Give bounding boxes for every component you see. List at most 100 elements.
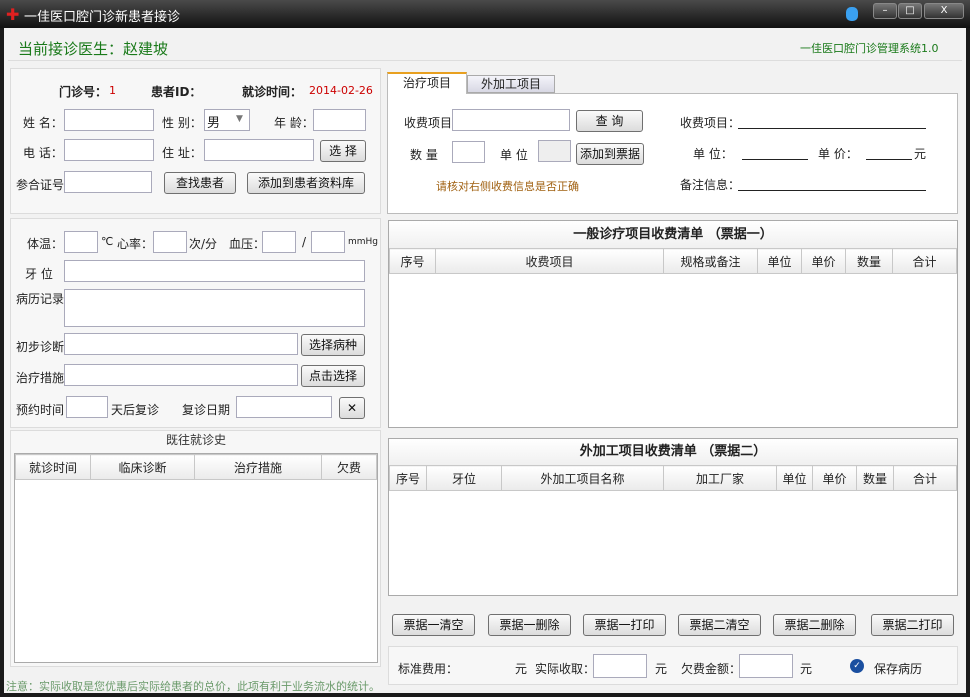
bp-low-input[interactable] — [311, 231, 345, 253]
treatment-input[interactable] — [64, 364, 298, 386]
appointment-days-input[interactable] — [66, 396, 108, 418]
column-header[interactable]: 序号 — [390, 249, 436, 274]
temp-input[interactable] — [64, 231, 98, 253]
right-note-value — [738, 190, 926, 191]
patient-id-label: 患者ID： — [151, 83, 201, 100]
receipt1-delete-button[interactable]: 票据一删除 — [488, 614, 571, 636]
name-input[interactable] — [64, 109, 154, 131]
column-header[interactable]: 治疗措施 — [195, 455, 322, 480]
tab-label: 外加工项目 — [481, 77, 541, 91]
right-unit-value — [742, 159, 808, 160]
add-to-receipt-button[interactable]: 添加到票据 — [576, 143, 644, 165]
fee-panel: 标准费用： 元 实际收取： 元 欠费金额： 元 ✓ 保存病历 — [388, 646, 958, 685]
address-input[interactable] — [204, 139, 314, 161]
receipt2-table: 外加工项目收费清单 （票据二） 序号 牙位 外加工项目名称 加工厂家 单位 单价… — [388, 438, 958, 596]
check-icon[interactable]: ✓ — [850, 659, 864, 673]
visit-time: 2014-02-26 — [309, 84, 373, 97]
right-unit-label: 单 位： — [693, 145, 733, 162]
system-name: 一佳医口腔门诊管理系统1.0 — [800, 40, 939, 56]
treatment-label: 治疗措施 — [16, 369, 64, 386]
temp-label: 体温： — [27, 235, 63, 252]
column-header[interactable]: 单价 — [802, 249, 846, 274]
column-header[interactable]: 数量 — [857, 466, 894, 491]
diagnosis-input[interactable] — [64, 333, 298, 355]
bp-separator: / — [302, 235, 306, 249]
charge-item-input[interactable] — [452, 109, 570, 131]
tab-content: 收费项目 查 询 数 量 单 位 添加到票据 请核对右侧收费信息是否正确 收费项… — [387, 93, 958, 214]
record-label: 病历记录 — [16, 290, 64, 307]
tab-label: 治疗项目 — [403, 76, 451, 90]
phone-label: 电 话： — [23, 144, 63, 161]
history-title: 既往就诊史 — [166, 431, 226, 448]
actual-charge-label: 实际收取： — [535, 660, 595, 677]
receipt2-clear-button[interactable]: 票据二清空 — [678, 614, 761, 636]
add-patient-button[interactable]: 添加到患者资料库 — [247, 172, 365, 194]
receipt1-clear-button[interactable]: 票据一清空 — [392, 614, 475, 636]
history-panel: 既往就诊史 就诊时间 临床诊断 治疗措施 欠费 — [10, 430, 381, 667]
window-title: 一佳医口腔门诊新患者接诊 — [24, 6, 180, 25]
gender-select[interactable]: 男 ▼ — [204, 109, 250, 131]
heart-label: 心率： — [117, 235, 153, 252]
patient-panel: 门诊号： 1 患者ID： 就诊时间： 2014-02-26 姓 名： 性 别： … — [10, 68, 381, 214]
column-header[interactable]: 单价 — [813, 466, 857, 491]
column-header[interactable]: 牙位 — [427, 466, 502, 491]
temp-unit: ℃ — [101, 235, 113, 248]
owed-input[interactable] — [739, 654, 793, 678]
column-header[interactable]: 欠费 — [322, 455, 377, 480]
doctor-label: 当前接诊医生：赵建坡 — [18, 38, 168, 59]
query-button[interactable]: 查 询 — [576, 110, 643, 132]
unit-input — [538, 140, 571, 162]
column-header[interactable]: 合计 — [894, 466, 957, 491]
column-header[interactable]: 临床诊断 — [91, 455, 195, 480]
receipt2-title: 外加工项目收费清单 （票据二） — [389, 439, 957, 465]
column-header[interactable]: 加工厂家 — [664, 466, 777, 491]
yuan-label: 元 — [655, 660, 667, 677]
tab-outsourced[interactable]: 外加工项目 — [467, 75, 555, 93]
chevron-down-icon: ▼ — [236, 114, 243, 124]
revisit-date-input[interactable] — [236, 396, 332, 418]
column-header[interactable]: 单位 — [777, 466, 813, 491]
receipt2-print-button[interactable]: 票据二打印 — [871, 614, 954, 636]
diagnosis-label: 初步诊断 — [16, 338, 64, 355]
right-price-value — [866, 159, 912, 160]
save-record-button[interactable]: 保存病历 — [874, 660, 922, 677]
column-header[interactable]: 数量 — [846, 249, 893, 274]
find-patient-button[interactable]: 查找患者 — [164, 172, 236, 194]
receipt2-delete-button[interactable]: 票据二删除 — [773, 614, 856, 636]
column-header[interactable]: 单位 — [758, 249, 802, 274]
column-header[interactable]: 收费项目 — [436, 249, 664, 274]
select-disease-button[interactable]: 选择病种 — [301, 334, 365, 356]
column-header[interactable]: 规格或备注 — [664, 249, 758, 274]
actual-charge-input[interactable] — [593, 654, 647, 678]
gender-label: 性 别： — [162, 114, 202, 131]
clear-date-button[interactable]: ✕ — [339, 397, 365, 419]
minimize-button[interactable]: – — [873, 3, 897, 19]
tooth-input[interactable] — [64, 260, 365, 282]
appointment-label: 预约时间 — [16, 401, 64, 418]
receipt1-print-button[interactable]: 票据一打印 — [583, 614, 666, 636]
receipt1-title: 一般诊疗项目收费清单 （票据一） — [389, 221, 957, 248]
name-label: 姓 名： — [23, 114, 63, 131]
tab-treatment[interactable]: 治疗项目 — [387, 72, 467, 94]
heart-input[interactable] — [153, 231, 187, 253]
column-header[interactable]: 外加工项目名称 — [502, 466, 664, 491]
yuan-label: 元 — [800, 660, 812, 677]
select-treatment-button[interactable]: 点击选择 — [301, 365, 365, 387]
select-address-button[interactable]: 选 择 — [320, 140, 366, 162]
address-label: 住 址： — [162, 144, 202, 161]
age-input[interactable] — [313, 109, 366, 131]
appointment-suffix: 天后复诊 — [111, 401, 159, 418]
bp-high-input[interactable] — [262, 231, 296, 253]
history-table[interactable]: 就诊时间 临床诊断 治疗措施 欠费 — [14, 453, 378, 663]
column-header[interactable]: 合计 — [893, 249, 957, 274]
maximize-button[interactable]: □ — [898, 3, 922, 19]
record-textarea[interactable] — [64, 289, 365, 327]
phone-input[interactable] — [64, 139, 154, 161]
column-header[interactable]: 就诊时间 — [16, 455, 91, 480]
exam-panel: 体温： ℃ 心率： 次/分 血压： / mmHg 牙 位 病历记录 初步诊断 选… — [10, 218, 381, 428]
close-button[interactable]: X — [924, 3, 964, 19]
column-header[interactable]: 序号 — [390, 466, 427, 491]
age-label: 年 龄： — [274, 114, 314, 131]
quantity-input[interactable] — [452, 141, 485, 163]
insurance-input[interactable] — [64, 171, 152, 193]
